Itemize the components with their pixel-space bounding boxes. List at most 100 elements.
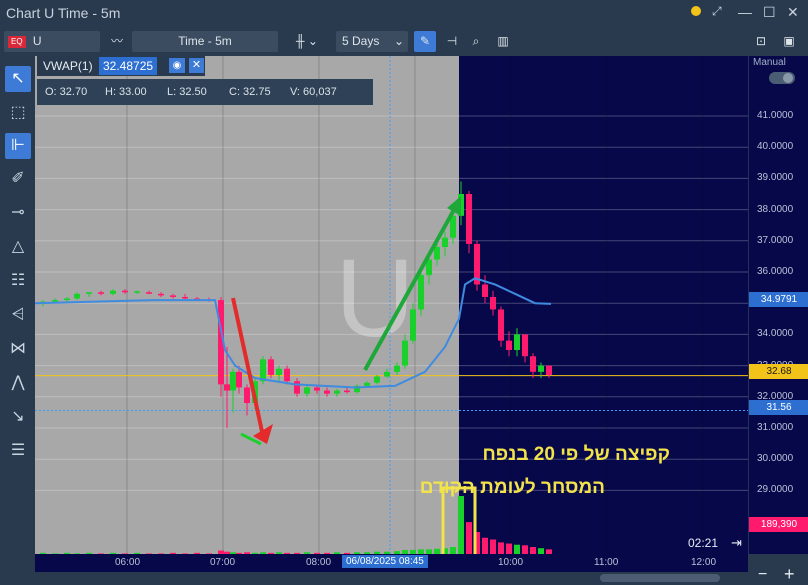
selection-box-icon[interactable]: ⬚ [5,100,31,126]
candle-body [334,390,340,394]
chart-toolbar: EQ U 〰 Time - 5m ╫ ⌄ 5 Days ⌄ ✎ ⊣ ⌕ ▥ ⊡ … [0,28,808,55]
candle-body [146,292,152,294]
minimize-icon[interactable]: — [738,4,752,20]
triangle-tool-icon[interactable]: △ [5,234,31,260]
indicator-name: VWAP(1) [43,59,93,73]
alert-dot-icon[interactable] [690,4,702,20]
wave-pattern-icon[interactable]: ⋀ [5,370,31,396]
pencil-lock-icon[interactable]: ✐ [5,166,31,192]
pattern-tool-icon[interactable]: ⩤ [5,302,31,328]
exchange-badge: EQ [8,35,26,48]
draw-pencil-icon[interactable]: ✎ [414,31,436,52]
price-chart[interactable]: U [35,56,748,554]
price-tick-label: 40.0000 [757,141,794,153]
candle-body [490,296,496,310]
time-label: 11:00 [594,557,619,568]
candle-body [530,356,536,372]
symbol-field[interactable]: EQ U [4,31,100,52]
ohlcv-panel: O: 32.70 H: 33.00 L: 32.50 C: 32.75 V: 6… [37,79,373,105]
maximize-icon[interactable]: ☐ [763,4,776,21]
time-label: 12:00 [691,557,717,568]
candle-body [236,371,242,388]
price-axis[interactable]: Manual 41.0000 40.0000 39.0000 38.0000 37.00… [748,56,808,554]
candle-body [268,359,274,375]
close-value: C: 32.75 [229,86,271,98]
arrow-tool-icon[interactable]: ↘ [5,404,31,430]
candle-body [374,376,380,383]
title-bar: Chart U Time - 5m ⤢ — ☐ ✕ [0,0,808,29]
gann-fan-icon[interactable]: ⋈ [5,336,31,362]
channel-tool-icon[interactable]: ☰ [5,438,31,464]
settings-icon[interactable]: ▣ [780,31,798,52]
last-price-tag: 32.68 [749,364,808,379]
candle-body [538,365,544,372]
candle-body [522,334,528,357]
candle-body [294,381,300,394]
candle-body [284,368,290,382]
candle-body [314,387,320,391]
candle-body [276,368,282,375]
fibonacci-icon[interactable]: ☷ [5,268,31,294]
candle-body [384,371,390,377]
volume-bar [506,543,512,554]
chart-area[interactable]: U [35,56,748,554]
price-tick-label: 30.0000 [757,453,794,465]
candle-body [230,371,236,391]
candle-body [64,298,70,301]
indicator-value: 32.48725 [99,57,158,75]
volume-bar [530,547,536,554]
candle-body [98,292,104,294]
search-icon[interactable]: ⌕ [466,31,486,52]
mode-label: Manual [753,57,786,68]
candle-body [86,292,92,294]
timeframe-selector[interactable]: Time - 5m [132,31,278,52]
close-indicator-icon[interactable]: ✕ [189,58,204,73]
horizontal-scrollbar[interactable] [600,574,720,582]
volume-bar [482,537,488,554]
pointer-tool-icon[interactable]: ↖ [5,66,31,92]
range-dropdown[interactable]: 5 Days ⌄ [336,31,408,52]
candle-body [260,359,266,382]
bar-countdown: 02:21 [688,536,719,550]
window-title: Chart U Time - 5m [6,5,121,21]
candle-type-dropdown[interactable]: ╫ ⌄ [284,31,330,52]
price-tick-label: 38.0000 [757,203,794,215]
candle-body [364,382,370,386]
visibility-eye-icon[interactable]: ◉ [169,58,185,73]
candle-body [134,291,140,293]
candle-body [402,340,408,366]
cursor-tool-icon[interactable]: ⊣ [442,31,462,52]
volume-bar [522,545,528,554]
crosshair-tool-icon[interactable]: ⊩ [5,133,31,159]
zoom-in-icon[interactable]: + [784,564,795,585]
restore-icon[interactable]: ⤢ [712,4,722,19]
candle-body [434,247,440,260]
candle-body [110,290,116,294]
volume-bar [498,542,504,554]
range-label: 5 Days [342,34,380,48]
chart-style-icon[interactable]: 〰 [108,31,126,52]
print-icon[interactable]: ⊡ [752,31,770,52]
candle-body [244,387,250,404]
scroll-to-latest-icon[interactable]: ⇥ [731,535,742,551]
time-label: 10:00 [498,557,524,568]
zoom-out-icon[interactable]: − [758,566,767,584]
candle-body [410,309,416,341]
time-axis[interactable]: 06:00 07:00 08:00 06/08/2025 08:45 10:00… [35,554,748,572]
volume-bar [450,547,456,554]
candle-body [344,390,350,393]
price-tick-label: 37.0000 [757,234,794,246]
crosshair-time-tag: 06/08/2025 08:45 [342,555,428,568]
horizontal-line-icon[interactable]: ⊸ [5,200,31,226]
candle-body [122,290,128,293]
high-value: H: 33.00 [105,86,147,98]
close-icon[interactable]: ✕ [787,4,799,21]
layout-icon[interactable]: ▥ [492,31,514,52]
volume-bar [466,522,472,554]
price-tick-label: 41.0000 [757,110,794,121]
manual-toggle[interactable] [769,72,795,84]
candle-body [546,365,552,375]
vwap-line [35,277,552,389]
candle-body [304,387,310,394]
candle-body [224,384,230,391]
